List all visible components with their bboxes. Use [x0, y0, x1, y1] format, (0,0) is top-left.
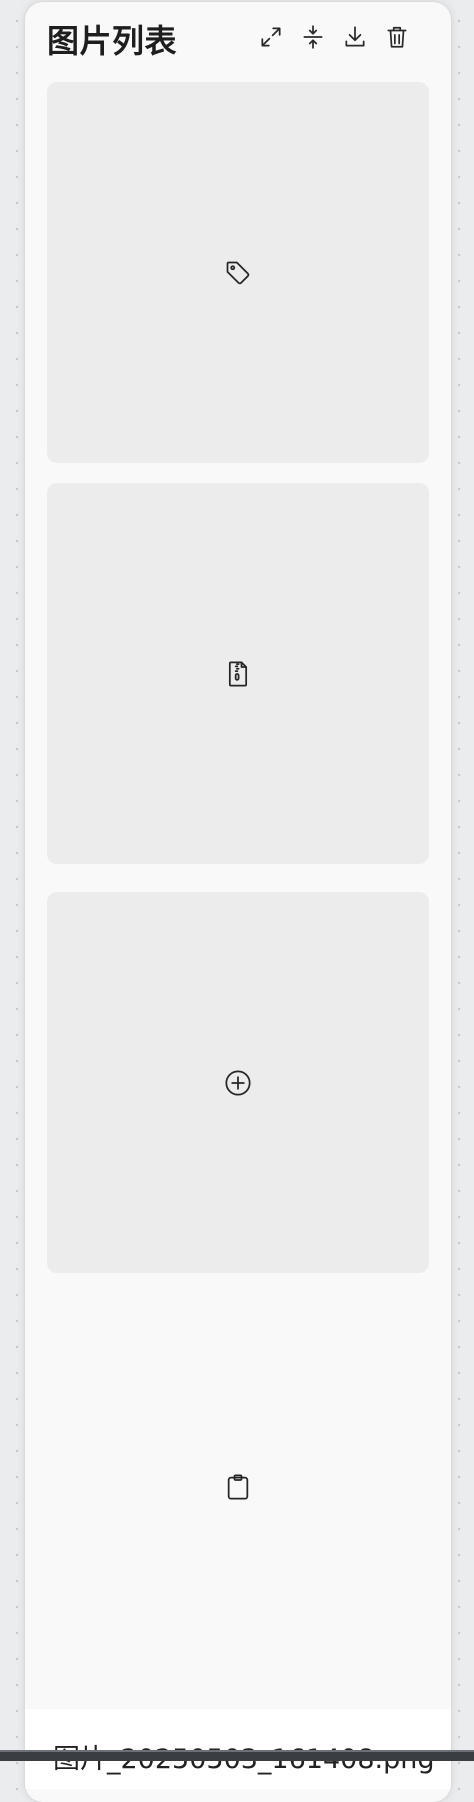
- collapse-button[interactable]: [296, 20, 330, 54]
- collapse-vertical-icon: [303, 25, 323, 49]
- image-list-panel: 图片列表: [25, 2, 451, 1802]
- image-card[interactable]: [47, 483, 429, 864]
- download-icon: [345, 26, 365, 47]
- trash-icon: [387, 26, 407, 48]
- image-card[interactable]: [47, 892, 429, 1273]
- image-card[interactable]: [47, 1296, 429, 1677]
- clipboard-icon: [227, 1473, 249, 1500]
- download-button[interactable]: [338, 20, 372, 54]
- file-name-bar: 图片_20250503_161408.png: [25, 1709, 451, 1789]
- add-circle-icon: [225, 1069, 251, 1096]
- taskbar: [0, 1750, 474, 1761]
- page-title: 图片列表: [47, 22, 178, 60]
- expand-icon: [261, 27, 281, 47]
- expand-button[interactable]: [254, 20, 288, 54]
- tag-icon: [226, 261, 250, 284]
- image-card[interactable]: [47, 82, 429, 463]
- panel-header: 图片列表: [25, 2, 451, 72]
- zip-file-icon: [228, 660, 248, 687]
- delete-button[interactable]: [380, 20, 414, 54]
